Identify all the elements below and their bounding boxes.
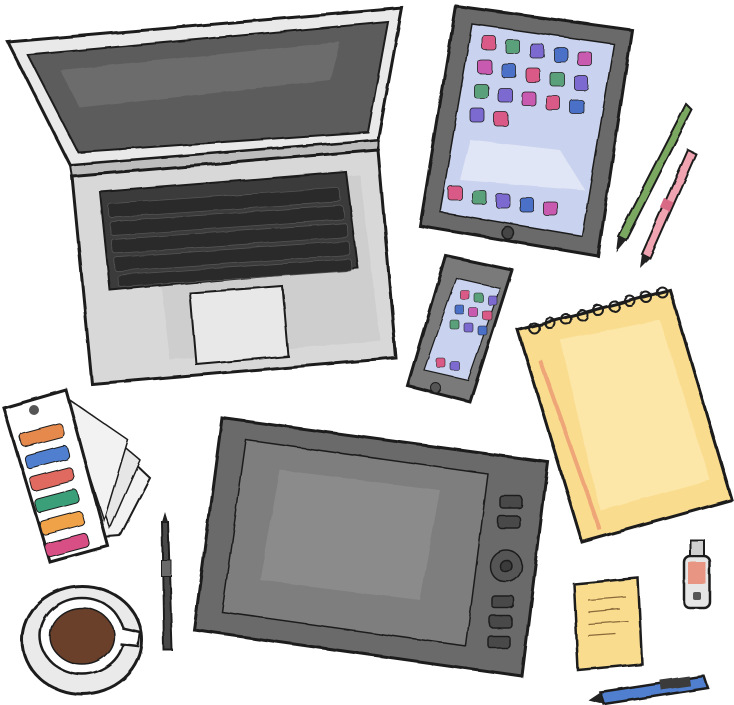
pencil-icon — [616, 102, 698, 268]
sticky-note-icon — [572, 576, 644, 672]
smartphone-icon — [406, 254, 514, 404]
usb-drive-icon — [682, 539, 712, 610]
color-swatch-fan-icon — [2, 388, 152, 564]
laptop-icon — [5, 6, 404, 386]
notepad-icon — [516, 286, 734, 544]
workspace-illustration — [0, 0, 734, 705]
coffee-cup-icon — [20, 584, 144, 696]
illustration-canvas — [2, 4, 734, 705]
pen-icon — [588, 674, 710, 705]
stylus-icon — [160, 512, 174, 651]
graphics-tablet-icon — [192, 416, 550, 678]
tablet-icon — [418, 4, 634, 258]
